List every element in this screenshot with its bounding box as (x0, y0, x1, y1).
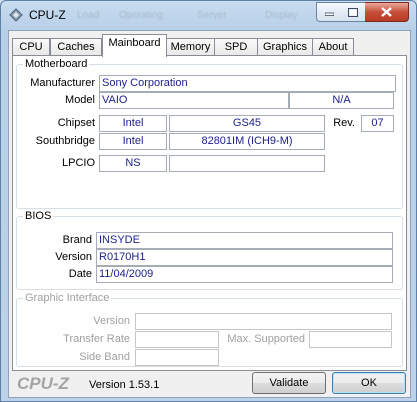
side-band-label: Side Band (79, 351, 130, 363)
rev-label: Rev. (333, 117, 355, 129)
tab-caches[interactable]: Caches (50, 38, 102, 56)
transfer-rate-field (135, 331, 219, 348)
lpcio-vendor-field: NS (99, 155, 167, 172)
minimize-button[interactable] (316, 2, 343, 22)
model-revision-field: N/A (289, 92, 394, 109)
window-title: CPU-Z (29, 8, 66, 22)
motherboard-group: Motherboard Manufacturer Sony Corporatio… (16, 58, 403, 209)
app-window: CPU-Z Load Operating Server Display CPU … (0, 0, 417, 402)
model-field: VAIO (99, 92, 289, 109)
max-supported-label: Max. Supported (227, 333, 305, 345)
tab-mainboard[interactable]: Mainboard (102, 34, 167, 57)
tab-spd[interactable]: SPD (214, 38, 258, 56)
graphic-interface-group: Graphic Interface Version Transfer Rate … (16, 292, 403, 367)
motherboard-group-label: Motherboard (23, 58, 90, 70)
manufacturer-label: Manufacturer (30, 77, 95, 89)
tab-memory[interactable]: Memory (166, 38, 215, 56)
bios-version-label: Version (55, 251, 92, 263)
bios-group: BIOS Brand INSYDE Version R0170H1 Date 1… (16, 210, 403, 290)
gi-version-label: Version (93, 315, 130, 327)
maximize-button[interactable] (341, 2, 366, 22)
tab-strip: CPU Caches Mainboard Memory SPD Graphics… (9, 34, 410, 57)
ok-button[interactable]: OK (332, 372, 406, 394)
bios-brand-field: INSYDE (96, 232, 393, 249)
side-band-field (135, 349, 219, 366)
chipset-revision-field: 07 (361, 115, 394, 132)
close-button[interactable] (365, 2, 409, 22)
title-bar[interactable]: CPU-Z Load Operating Server Display (1, 1, 416, 29)
background-text: Server (197, 10, 227, 21)
southbridge-vendor-field: Intel (99, 133, 167, 150)
chipset-vendor-field: Intel (99, 115, 167, 132)
southbridge-label: Southbridge (35, 135, 95, 147)
max-supported-field (309, 331, 392, 348)
close-icon (381, 7, 392, 17)
cpuz-app-icon (9, 8, 23, 22)
bios-version-field: R0170H1 (96, 249, 393, 266)
graphic-interface-group-label: Graphic Interface (23, 292, 112, 304)
lpcio-name-field (169, 155, 325, 172)
bios-date-field: 11/04/2009 (96, 266, 393, 283)
manufacturer-field: Sony Corporation (99, 75, 396, 92)
transfer-rate-label: Transfer Rate (63, 333, 130, 345)
maximize-icon (348, 7, 358, 17)
minimize-icon (325, 12, 334, 16)
model-label: Model (65, 94, 95, 106)
tab-cpu[interactable]: CPU (12, 38, 50, 56)
mainboard-panel: Motherboard Manufacturer Sony Corporatio… (12, 55, 407, 371)
tab-graphics[interactable]: Graphics (257, 38, 313, 56)
chipset-label: Chipset (57, 117, 95, 129)
background-text: Display (265, 10, 298, 21)
client-area: CPU Caches Mainboard Memory SPD Graphics… (8, 30, 411, 398)
bios-brand-label: Brand (62, 234, 92, 246)
background-text: Load (77, 10, 100, 21)
version-text: Version 1.53.1 (89, 379, 160, 391)
lpcio-label: LPCIO (61, 157, 95, 169)
southbridge-name-field: 82801IM (ICH9-M) (169, 133, 325, 150)
cpuz-logo: CPU-Z (17, 374, 69, 393)
bios-date-label: Date (68, 268, 92, 280)
gi-version-field (135, 313, 392, 330)
chipset-name-field: GS45 (169, 115, 325, 132)
tab-about[interactable]: About (312, 38, 354, 56)
background-text: Operating (119, 10, 163, 21)
bios-group-label: BIOS (23, 210, 54, 222)
validate-button[interactable]: Validate (252, 372, 326, 394)
